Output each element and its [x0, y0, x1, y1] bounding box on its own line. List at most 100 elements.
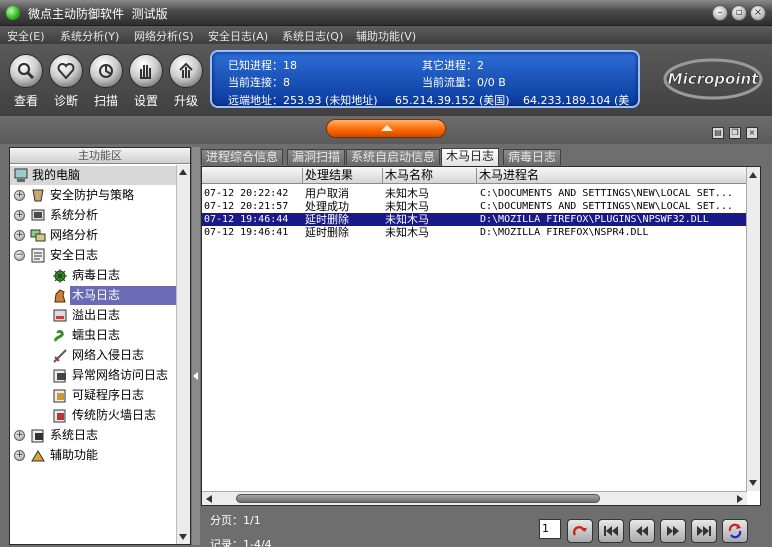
- tree-label: 蠕虫日志: [72, 328, 121, 342]
- tree-item-overflow-log[interactable]: 溢出日志: [10, 306, 176, 325]
- tab-process-info[interactable]: 进程综合信息: [201, 149, 284, 165]
- column-result[interactable]: 处理结果: [302, 168, 382, 183]
- other-process-count: 其它进程：2: [422, 59, 484, 72]
- next-page-button[interactable]: [660, 519, 686, 543]
- status-panel: 已知进程：18 其它进程：2 当前连接：8 当前流量：0/0 B 远端地址：25…: [210, 50, 640, 108]
- settings-button[interactable]: 设置: [126, 54, 166, 109]
- table-horizontal-scrollbar[interactable]: [202, 491, 747, 505]
- shield-policy-icon: [30, 188, 46, 203]
- tree-item-my-computer[interactable]: 我的电脑: [10, 166, 176, 185]
- tree-label: 网络入侵日志: [72, 348, 145, 362]
- tree-label: 网络分析: [50, 228, 99, 242]
- view-button[interactable]: 查看: [6, 54, 46, 109]
- tab-vulnerability-scan[interactable]: 漏洞扫描: [287, 149, 346, 165]
- expand-icon[interactable]: +: [14, 190, 25, 201]
- panel-splitter[interactable]: [192, 147, 200, 545]
- upgrade-button[interactable]: 升级: [166, 54, 206, 109]
- tile-view-button[interactable]: ▤: [712, 127, 724, 139]
- tree-item-suspicious-program-log[interactable]: 可疑程序日志: [10, 386, 176, 405]
- overflow-icon: [52, 308, 68, 323]
- tab-autostart-info[interactable]: 系统自启动信息: [346, 149, 441, 165]
- cell-trojan-name: 未知木马: [385, 200, 429, 213]
- cell-process: C:\DOCUMENTS AND SETTINGS\NEW\LOCAL SET.…: [480, 188, 733, 199]
- table-row-selected[interactable]: 07-12 19:46:44 延时删除 未知木马 D:\MOZILLA FIRE…: [202, 213, 747, 226]
- window-view-button[interactable]: ❐: [729, 127, 741, 139]
- close-view-button[interactable]: ×: [746, 127, 758, 139]
- cell-trojan-name: 未知木马: [385, 213, 429, 226]
- tree-item-auxiliary[interactable]: + 辅助功能: [10, 446, 176, 465]
- scan-icon: [89, 54, 123, 88]
- tree-item-abnormal-network-log[interactable]: 异常网络访问日志: [10, 366, 176, 385]
- tree-label: 病毒日志: [72, 268, 121, 282]
- tree-item-system-analysis[interactable]: + 系统分析: [10, 206, 176, 225]
- sword-icon: [52, 348, 68, 363]
- system-log-icon: [30, 428, 46, 443]
- scroll-right-icon[interactable]: [737, 495, 743, 503]
- collapse-toggle-button[interactable]: [326, 119, 446, 138]
- page-number-input[interactable]: 1: [539, 519, 561, 539]
- tree-item-security-log[interactable]: − 安全日志: [10, 246, 176, 265]
- tree-item-trojan-log[interactable]: 木马日志: [10, 286, 176, 305]
- close-button[interactable]: ×: [750, 5, 766, 21]
- tree-label: 我的电脑: [32, 168, 81, 182]
- horizontal-scroll-thumb[interactable]: [236, 494, 600, 503]
- tree-item-intrusion-log[interactable]: 网络入侵日志: [10, 346, 176, 365]
- remote-address-2: 65.214.39.152 (美国): [395, 94, 510, 107]
- scroll-left-icon[interactable]: [206, 495, 212, 503]
- refresh-button[interactable]: [722, 519, 748, 543]
- expand-icon[interactable]: +: [14, 230, 25, 241]
- expand-icon[interactable]: +: [14, 450, 25, 461]
- tree-label: 辅助功能: [50, 448, 99, 462]
- menu-security[interactable]: 安全(E): [7, 28, 45, 44]
- scan-button[interactable]: 扫描: [86, 54, 126, 109]
- tree-item-network-analysis[interactable]: + 网络分析: [10, 226, 176, 245]
- collapse-icon[interactable]: −: [14, 250, 25, 261]
- previous-page-button[interactable]: [629, 519, 655, 543]
- table-row[interactable]: 07-12 19:46:41 延时删除 未知木马 D:\MOZILLA FIRE…: [202, 226, 747, 239]
- scroll-up-icon[interactable]: [179, 169, 187, 175]
- table-footer: 分页：1/1 记录：1-4/4 1: [201, 506, 769, 547]
- cell-process: D:\MOZILLA FIREFOX\NSPR4.DLL: [480, 227, 649, 238]
- column-time[interactable]: [202, 168, 302, 183]
- tree-item-worm-log[interactable]: 蠕虫日志: [10, 326, 176, 345]
- tree-label: 可疑程序日志: [72, 388, 145, 402]
- tree-item-security-policy[interactable]: + 安全防护与策略: [10, 186, 176, 205]
- tab-trojan-log[interactable]: 木马日志: [441, 148, 500, 166]
- table-row[interactable]: 07-12 20:21:57 处理成功 未知木马 C:\DOCUMENTS AN…: [202, 200, 747, 213]
- redo-arrow-icon: [572, 526, 587, 536]
- scroll-down-icon[interactable]: [179, 534, 187, 540]
- menu-system-log[interactable]: 系统日志(Q): [282, 28, 343, 44]
- scroll-down-icon[interactable]: [749, 480, 757, 486]
- table-row[interactable]: 07-12 20:22:42 用户取消 未知木马 C:\DOCUMENTS AN…: [202, 187, 747, 200]
- table-vertical-scrollbar[interactable]: [746, 167, 760, 491]
- tab-virus-log[interactable]: 病毒日志: [503, 149, 562, 165]
- left-scrollbar[interactable]: [176, 165, 190, 544]
- column-trojan-name[interactable]: 木马名称: [382, 168, 476, 183]
- tree-label: 系统日志: [50, 428, 99, 442]
- last-page-button[interactable]: [691, 519, 717, 543]
- tree-item-system-log[interactable]: + 系统日志: [10, 426, 176, 445]
- menu-auxiliary[interactable]: 辅助功能(V): [356, 28, 416, 44]
- tree-item-firewall-log[interactable]: 传统防火墙日志: [10, 406, 176, 425]
- current-connection-count: 当前连接：8: [228, 76, 290, 89]
- diagnose-button[interactable]: 诊断: [46, 54, 86, 109]
- minimize-button[interactable]: –: [712, 5, 728, 21]
- tree-item-virus-log[interactable]: 病毒日志: [10, 266, 176, 285]
- maximize-button[interactable]: ▫: [731, 5, 747, 21]
- scroll-up-icon[interactable]: [749, 172, 757, 178]
- go-to-page-button[interactable]: [567, 519, 593, 543]
- main-function-header: 主功能区: [10, 148, 190, 164]
- firewall-icon: [52, 408, 68, 423]
- cell-result: 处理成功: [305, 200, 349, 213]
- expand-icon[interactable]: +: [14, 430, 25, 441]
- first-page-button[interactable]: [598, 519, 624, 543]
- main-function-panel: 主功能区 我的电脑 + 安全防护与策略 + 系统分析 + 网络分析 − 安全日志…: [9, 147, 191, 545]
- column-trojan-process[interactable]: 木马进程名: [476, 168, 747, 183]
- hand-icon: [129, 54, 163, 88]
- menu-security-log[interactable]: 安全日志(A): [208, 28, 268, 44]
- expand-icon[interactable]: +: [14, 210, 25, 221]
- settings-label: 设置: [133, 94, 158, 108]
- menu-network-analysis[interactable]: 网络分析(S): [134, 28, 194, 44]
- refresh-icon: [728, 523, 742, 539]
- menu-system-analysis[interactable]: 系统分析(Y): [60, 28, 119, 44]
